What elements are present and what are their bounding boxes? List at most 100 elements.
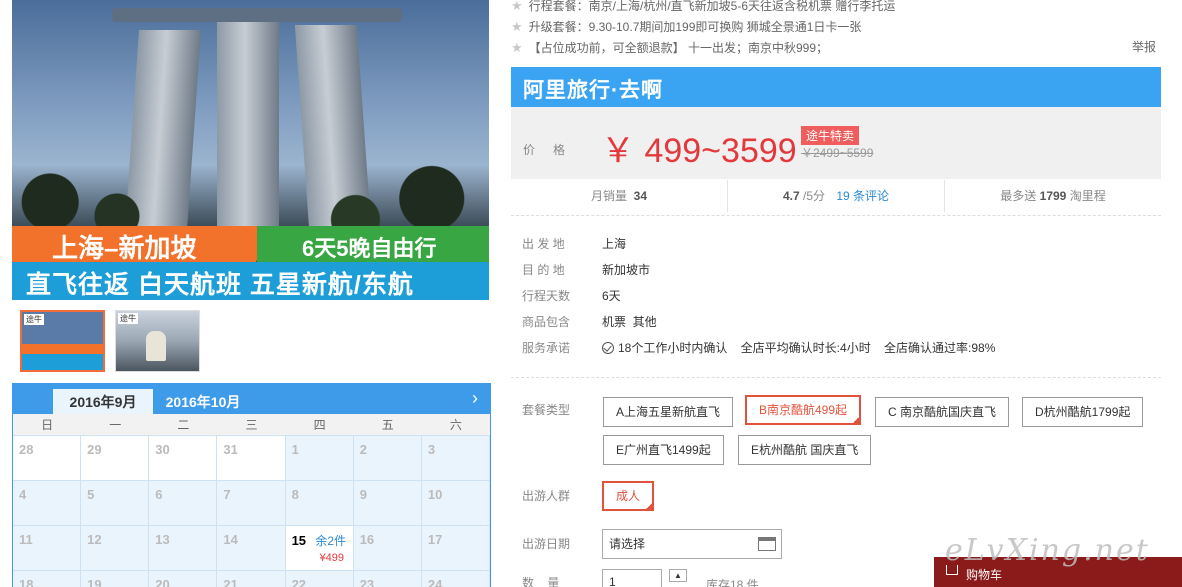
thumb-tag: 途牛 (118, 313, 138, 324)
star-icon: ★ (511, 19, 523, 34)
hero-image: 上海–新加坡 6天5晚自由行 直飞往返 白天航班 五星新航/东航 (12, 0, 489, 300)
brand-title: 阿里旅行·去啊 (523, 79, 663, 102)
calendar-day: 29 (81, 436, 150, 481)
announcement-item: ★ 【占位成功前，可全额退款】 十一出发；南京中秋999； (511, 40, 829, 55)
increment-icon[interactable]: ▲ (669, 569, 687, 582)
cart-label: 购物车 (966, 568, 1003, 582)
quantity-label: 数 量 (522, 576, 560, 587)
thumbnail-strip: 途牛 途牛 (20, 310, 200, 372)
calendar-day: 22 (286, 571, 354, 587)
package-option[interactable]: C 南京酷航国庆直飞 (875, 397, 1010, 427)
brand-banner: 阿里旅行·去啊 (511, 67, 1161, 107)
info-service: 服务承诺 18个工作小时内确认 全店平均确认时长:4小时 全店确认通过率:98% (522, 341, 996, 355)
announcement-item: ★ 行程套餐：南京/上海/杭州/直飞新加坡5-6天往返含税机票 赠行李托运 (511, 0, 896, 13)
calendar-day: 10 (421, 481, 490, 526)
info-duration: 行程天数 6天 (522, 289, 621, 303)
divider (511, 377, 1161, 378)
calendar-day: 28 (13, 436, 82, 481)
weekday-label: 五 (381, 418, 394, 432)
info-departure: 出 发 地上海 (522, 237, 627, 251)
calendar-day: 9 (353, 481, 422, 526)
palm-trees (12, 160, 489, 230)
reviews-link[interactable]: 19 条评论 (836, 189, 889, 203)
calendar-day: 30 (149, 436, 218, 481)
traveler-option-selected[interactable]: 成人 (602, 481, 655, 511)
calendar-day: 4 (13, 481, 82, 526)
calendar-day: 3 (421, 436, 490, 481)
calendar-day: 21 (217, 571, 286, 587)
price-panel: 价格 ￥ 499~3599 途牛特卖 ￥2499~5599 (511, 107, 1161, 179)
day-number: 15 (291, 533, 307, 548)
thumbnail[interactable]: 途牛 (115, 310, 200, 372)
calendar-day: 13 (149, 526, 218, 571)
site-watermark: eLvXing.net (945, 533, 1150, 568)
promo-badge: 途牛特卖 (801, 126, 860, 145)
monthly-sales: 月销量 34 (511, 180, 728, 212)
calendar-day: 20 (149, 571, 218, 587)
hero-route-text: 上海–新加坡 (52, 233, 197, 263)
chevron-right-icon[interactable]: › (472, 388, 478, 409)
day-price: ¥499 (319, 552, 345, 564)
skypark (112, 8, 402, 22)
price-value: ￥ 499~3599 (601, 132, 797, 170)
stats-bar: 月销量 34 4.7 /5分 19 条评论 最多送 1799 淘里程 (511, 180, 1161, 212)
announcement-item: ★ 升级套餐：9.30-10.7期间加199即可换购 狮城全景通1日卡一张 (511, 19, 862, 34)
merlion-statue (146, 331, 166, 361)
package-option[interactable]: E广州直飞1499起 (603, 435, 724, 465)
rating: 4.7 /5分 19 条评论 (728, 180, 945, 212)
info-includes: 商品包含 机票 其他 (522, 315, 657, 329)
quantity-input[interactable]: 1 (602, 569, 662, 587)
hero-subtitle: 直飞往返 白天航班 五星新航/东航 (26, 271, 414, 299)
weekday-label: 二 (177, 418, 190, 432)
star-icon: ★ (511, 0, 523, 13)
calendar-day: 14 (217, 526, 286, 571)
calendar-day: 12 (81, 526, 150, 571)
package-type-label: 套餐类型 (522, 403, 571, 417)
travel-date-input[interactable]: 请选择 (602, 529, 782, 559)
calendar-day: 31 (217, 436, 286, 481)
travel-date-label: 出游日期 (522, 537, 571, 551)
calendar-day: 17 (421, 526, 490, 571)
package-option[interactable]: E杭州酷航 国庆直飞 (738, 435, 872, 465)
calendar-day: 16 (353, 526, 422, 571)
original-price: ￥2499~5599 (801, 146, 874, 160)
calendar-day: 5 (81, 481, 150, 526)
weekday-label: 三 (245, 418, 258, 432)
calendar-icon[interactable] (758, 537, 776, 551)
price-label: 价格 (523, 143, 584, 157)
remaining-count: 余2件 (315, 534, 347, 548)
calendar-day: 1 (285, 436, 354, 481)
calendar-day: 6 (149, 481, 218, 526)
info-destination: 目 的 地新加坡市 (522, 263, 651, 277)
calendar-day: 24 (422, 571, 490, 587)
date-placeholder: 请选择 (609, 537, 646, 551)
calendar-day-available[interactable]: 15 余2件 ¥499 (285, 526, 354, 571)
weekday-label: 日 (41, 418, 54, 432)
package-option[interactable]: D杭州酷航1799起 (1022, 397, 1144, 427)
divider (511, 215, 1161, 216)
calendar-grid: 28 29 30 31 1 2 3 4 5 6 7 8 9 10 11 12 1… (13, 436, 490, 587)
report-link[interactable]: 举报 (1132, 38, 1156, 55)
stock-text: 库存18 件 (706, 578, 759, 587)
star-icon: ★ (511, 40, 523, 55)
points-reward: 最多送 1799 淘里程 (1000, 189, 1106, 203)
check-circle-icon (602, 342, 614, 354)
weekday-label: 四 (313, 418, 326, 432)
calendar-day: 2 (353, 436, 422, 481)
calendar-day: 8 (285, 481, 354, 526)
hero-days-text: 6天5晚自由行 (302, 236, 437, 261)
calendar-day: 11 (13, 526, 82, 571)
package-option-selected[interactable]: B南京酷航499起 (745, 395, 862, 425)
thumb-tag: 途牛 (24, 314, 44, 325)
weekday-label: 一 (109, 418, 122, 432)
traveler-type-label: 出游人群 (522, 489, 571, 503)
calendar-day: 18 (13, 571, 82, 587)
departure-calendar: 2016年9月 2016年10月 › 日 一 二 三 四 五 六 28 29 3… (12, 383, 491, 587)
package-option[interactable]: A上海五星新航直飞 (603, 397, 734, 427)
thumbnail[interactable]: 途牛 (20, 310, 105, 372)
tab-month-september[interactable]: 2016年9月 (53, 389, 153, 414)
calendar-day: 19 (81, 571, 150, 587)
tab-month-october[interactable]: 2016年10月 (153, 389, 253, 414)
calendar-header: 2016年9月 2016年10月 › (13, 384, 490, 414)
weekday-label: 六 (449, 418, 462, 432)
